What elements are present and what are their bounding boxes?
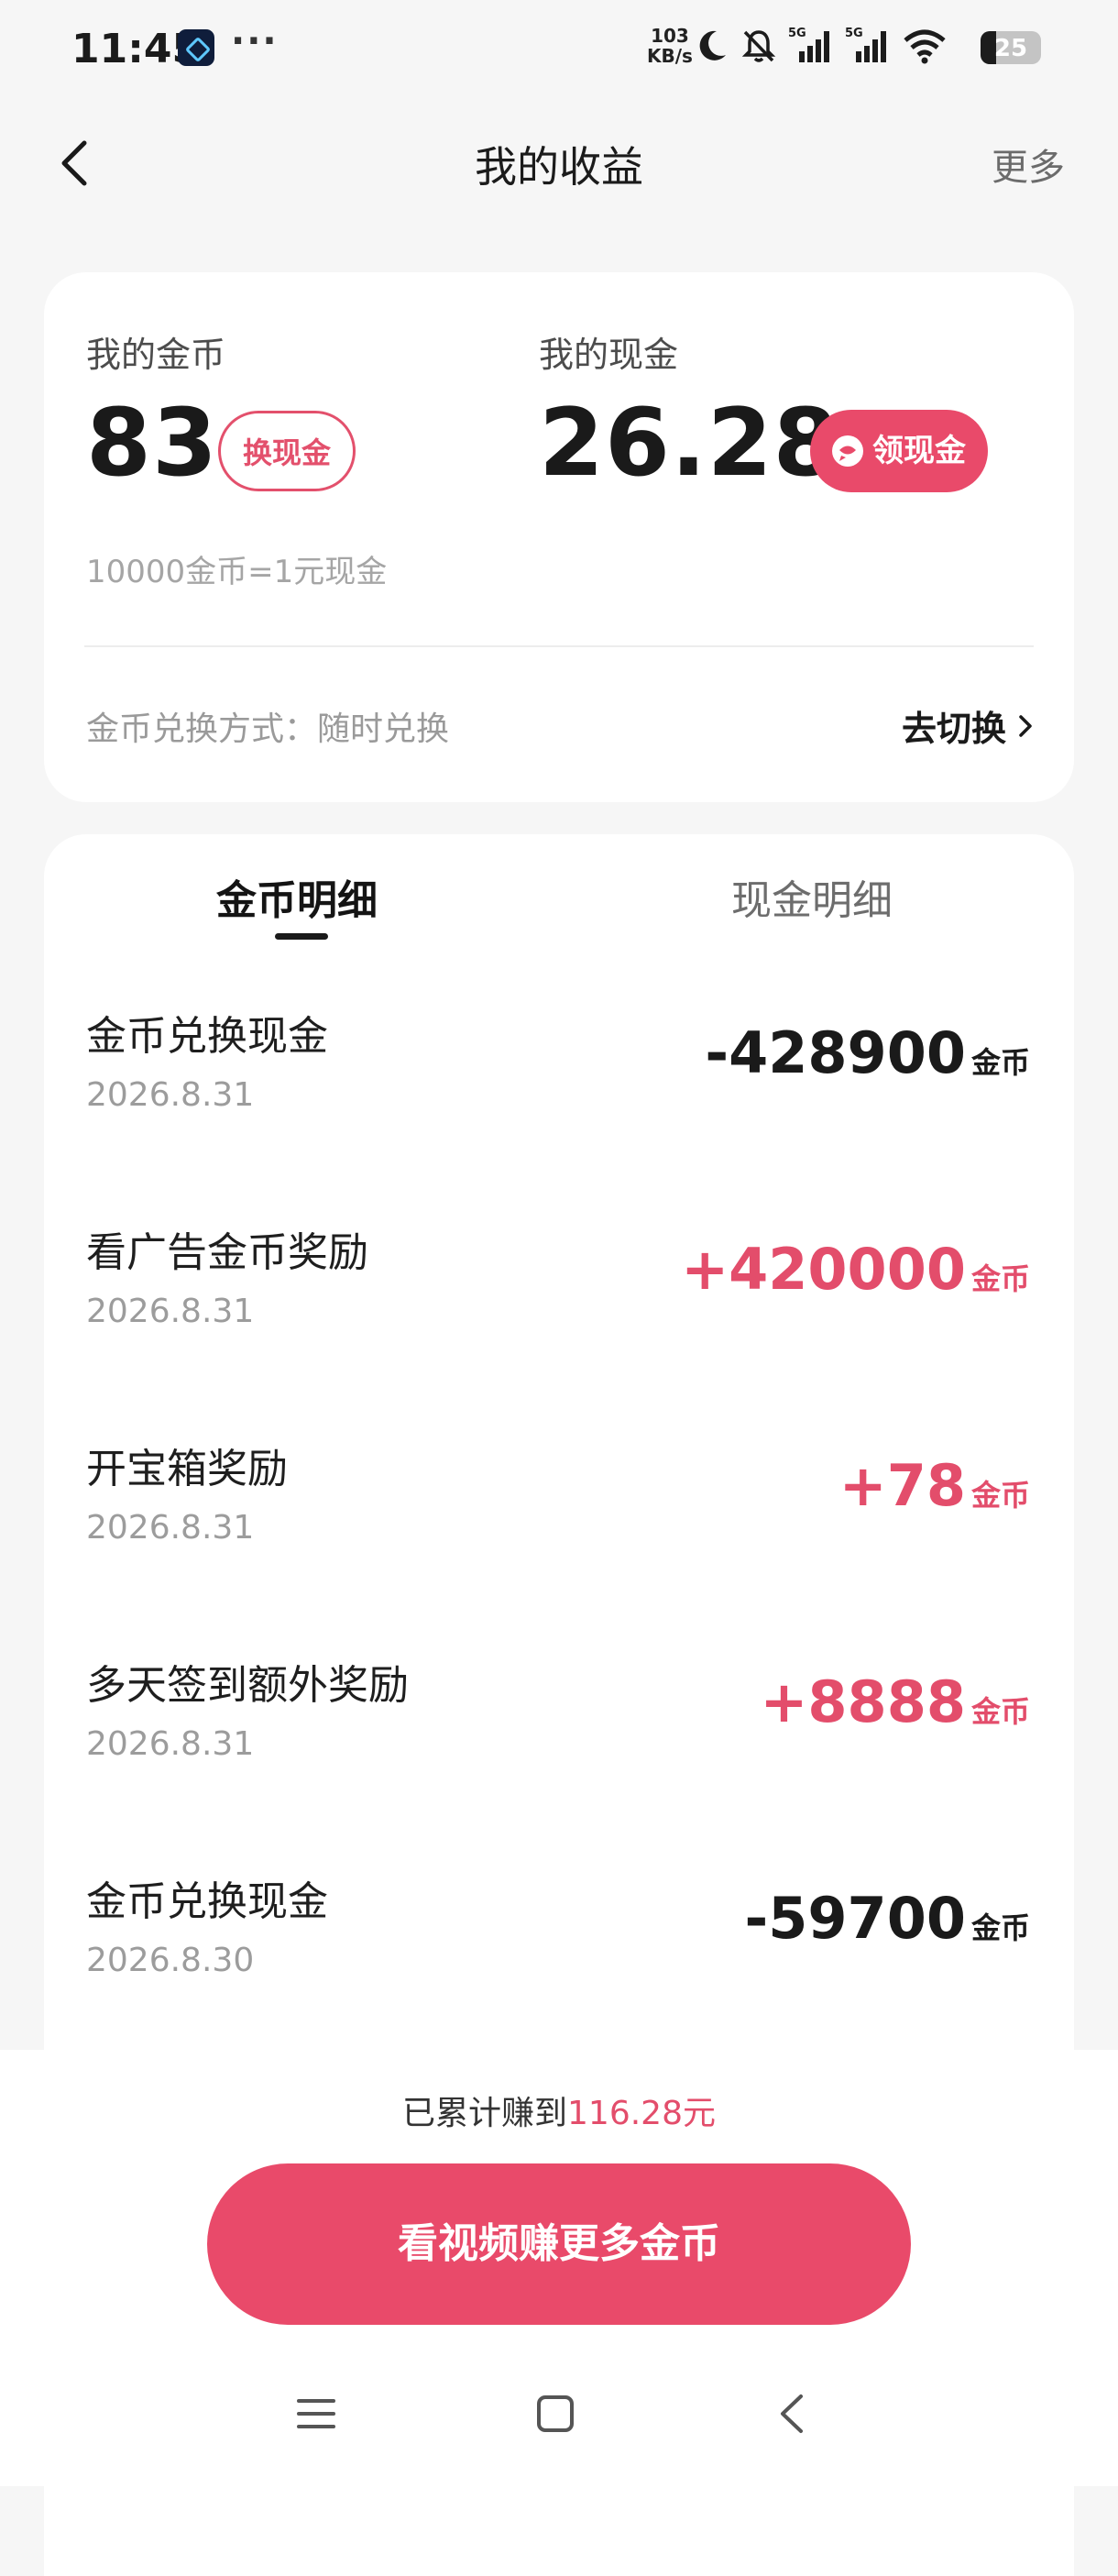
wifi-icon [904,29,946,64]
signal-5g-icon: 5G [788,27,829,62]
record-amount: -59700 金币 [745,1885,1030,1952]
total-earned-prefix: 已累计赚到 [402,2095,568,2132]
record-date: 2026.8.31 [86,1293,255,1330]
switch-mode-label: 去切换 [901,709,1006,749]
record-amount-value: +420000 [681,1236,966,1303]
record-date: 2026.8.31 [86,1725,255,1763]
cash-value: 26.28 [539,389,839,498]
tab-cash-detail[interactable]: 现金明细 [731,867,893,926]
record-amount: +8888 金币 [760,1668,1030,1735]
total-earned-value: 116.28元 [567,2095,716,2132]
net-speed-value: 103 [651,25,689,47]
menu-icon [297,2399,335,2428]
battery-level: 25 [993,35,1028,62]
withdraw-cash-label: 领现金 [872,433,966,469]
net-speed-unit: KB/s [647,45,693,67]
record-amount: +420000 金币 [681,1236,1030,1303]
back-triangle-icon [781,2394,803,2433]
record-title: 开宝箱奖励 [86,1446,288,1492]
record-date: 2026.8.31 [86,1509,255,1547]
record-amount-unit: 金币 [970,1261,1030,1296]
chevron-right-icon [1019,714,1032,737]
record-date: 2026.8.31 [86,1076,255,1114]
record-amount-unit: 金币 [970,1045,1030,1080]
record-amount: -428900 金币 [705,1019,1030,1086]
divider [84,645,1034,647]
home-square-icon [537,2395,574,2432]
record-date: 2026.8.30 [86,1942,255,1979]
exchange-rate: 10000金币=1元现金 [86,554,388,590]
status-icons: 5G 5G [695,26,948,64]
svg-text:5G: 5G [845,27,863,40]
menu-nav-button[interactable] [295,2393,337,2438]
record-title: 金币兑换现金 [86,1878,328,1925]
record-amount-unit: 金币 [970,1910,1030,1945]
exchange-mode: 金币兑换方式：随时兑换 [86,710,450,748]
page-title: 我的收益 [475,142,643,192]
tab-coin-detail[interactable]: 金币明细 [216,867,378,926]
record-amount-unit: 金币 [970,1694,1030,1729]
record-amount-value: -428900 [705,1019,966,1086]
back-nav-button[interactable] [775,2393,808,2438]
app-icon [178,29,214,66]
more-notifications-icon: ··· [231,20,279,62]
record-title: 多天签到额外奖励 [86,1662,409,1709]
signal-5g-icon: 5G [845,27,886,62]
record-amount-value: +8888 [760,1668,966,1735]
record-title: 金币兑换现金 [86,1013,328,1060]
coins-label: 我的金币 [86,335,226,375]
record-amount-value: +78 [838,1452,966,1519]
coins-value: 83 [86,389,218,498]
record-title: 看广告金币奖励 [86,1229,368,1276]
network-speed: 103 KB/s [647,26,693,66]
cash-label: 我的现金 [539,335,679,375]
exchange-cash-button[interactable]: 换现金 [218,411,356,491]
bell-mute-icon [741,30,776,62]
record-amount-unit: 金币 [970,1478,1030,1513]
svg-text:5G: 5G [788,27,806,40]
watch-video-button[interactable]: 看视频赚更多金币 [207,2163,911,2325]
home-nav-button[interactable] [535,2393,575,2438]
moon-icon [699,30,726,61]
record-amount: +78 金币 [839,1452,1030,1519]
active-tab-indicator [275,933,328,940]
wechat-icon [832,435,863,467]
more-button[interactable]: 更多 [992,138,1065,191]
battery-icon: 25 [981,31,1041,64]
total-earned: 已累计赚到116.28元 [0,2086,1118,2134]
switch-mode-link[interactable]: 去切换 [902,700,1034,751]
record-amount-value: -59700 [744,1885,966,1952]
withdraw-cash-button[interactable]: 领现金 [810,410,988,492]
